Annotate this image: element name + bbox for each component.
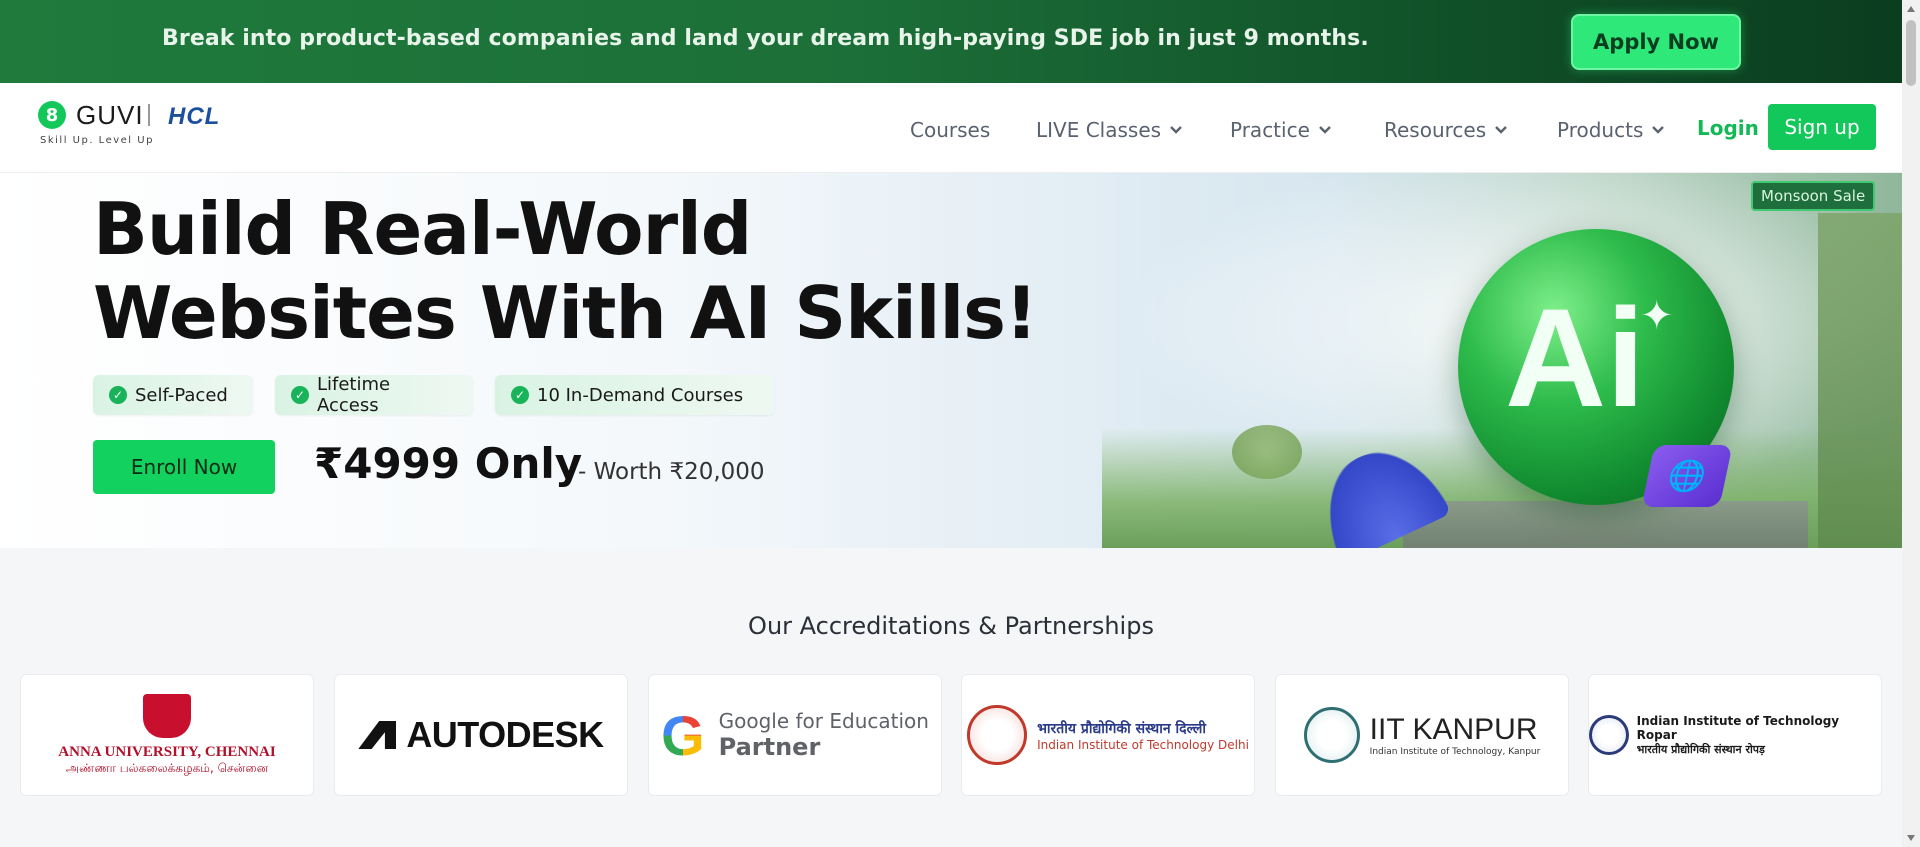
promo-banner: Break into product-based companies and l… — [0, 0, 1902, 83]
hero-title-line1: Build Real-World — [93, 187, 752, 271]
check-circle-icon: ✓ — [291, 386, 309, 404]
chip-label: Self-Paced — [135, 384, 228, 406]
iit-kanpur-name: IIT KANPUR — [1369, 713, 1538, 746]
monsoon-sale-badge: Monsoon Sale — [1751, 181, 1876, 211]
guvi-hcl-logo[interactable]: 8 GUVI HCL Skill Up. Level Up — [38, 100, 298, 157]
autodesk-text: AUTODESK — [406, 714, 604, 755]
google-g-icon: G — [661, 703, 705, 767]
trees-decoration — [1818, 213, 1902, 548]
enroll-now-button[interactable]: Enroll Now — [93, 440, 275, 494]
logo-guvi-text: GUVI — [76, 100, 144, 130]
autodesk-logo-icon — [358, 721, 397, 749]
iit-ropar-english: Indian Institute of Technology Ropar — [1636, 713, 1840, 742]
anna-university-crest-icon — [143, 693, 191, 738]
nav-products[interactable]: Products — [1557, 118, 1665, 142]
logo-hcl-text: HCL — [168, 103, 221, 130]
worth-price: - Worth ₹20,000 — [578, 459, 765, 485]
nav-item-label: Practice — [1230, 118, 1310, 142]
nav-item-label: Resources — [1384, 118, 1487, 142]
chevron-down-icon — [1170, 126, 1182, 134]
check-circle-icon: ✓ — [511, 386, 529, 404]
guvi-logo-icon: 8 — [38, 101, 66, 129]
chevron-down-icon — [1319, 126, 1331, 134]
check-circle-icon: ✓ — [109, 386, 127, 404]
anna-university-name: ANNA UNIVERSITY, CHENNAI — [58, 743, 276, 760]
iit-delhi-seal-icon — [967, 705, 1028, 765]
nav-item-label: LIVE Classes — [1036, 118, 1162, 142]
nav-practice[interactable]: Practice — [1230, 118, 1332, 142]
scroll-down-arrow-icon[interactable] — [1907, 835, 1915, 841]
logo-tagline: Skill Up. Level Up — [40, 135, 154, 146]
chip-lifetime-access: ✓ Lifetime Access — [275, 374, 473, 416]
hero-title: Build Real-World Websites With AI Skills… — [93, 187, 1038, 355]
navbar: 8 GUVI HCL Skill Up. Level Up Courses LI… — [0, 83, 1902, 173]
iit-ropar-hindi: भारतीय प्रौद्योगिकी संस्थान रोपड़ — [1636, 742, 1765, 756]
anna-university-tamil: அண்ணா பல்கலைக்கழகம், சென்னை — [65, 760, 269, 775]
signup-button[interactable]: Sign up — [1768, 104, 1876, 150]
nav-courses[interactable]: Courses — [910, 118, 990, 142]
chevron-down-icon — [1652, 126, 1665, 134]
price: ₹4999 Only — [314, 439, 583, 488]
iit-kanpur-sub: Indian Institute of Technology, Kanpur — [1369, 747, 1541, 757]
hero-title-line2: Websites With AI Skills! — [93, 271, 1038, 355]
chip-courses: ✓ 10 In-Demand Courses — [495, 375, 774, 415]
partner-card-autodesk[interactable]: AUTODESK — [334, 674, 628, 796]
iit-delhi-hindi: भारतीय प्रौद्योगिकी संस्थान दिल्ली — [1037, 720, 1207, 737]
google-line2: Partner — [718, 733, 821, 761]
hero-banner[interactable]: Build Real-World Websites With AI Skills… — [0, 173, 1902, 548]
iit-ropar-seal-icon — [1589, 715, 1629, 755]
nav-live-classes[interactable]: LIVE Classes — [1036, 118, 1183, 142]
promo-text: Break into product-based companies and l… — [162, 26, 1369, 51]
partner-card-anna-university[interactable]: ANNA UNIVERSITY, CHENNAI அண்ணா பல்கலைக்க… — [20, 674, 314, 796]
vertical-scrollbar[interactable] — [1902, 0, 1920, 847]
google-line1: Google for Education — [718, 709, 929, 733]
sparkle-icon: ✦ — [1640, 293, 1674, 339]
nav-item-label: Products — [1557, 118, 1644, 142]
partner-card-iit-kanpur[interactable]: IIT KANPUR Indian Institute of Technolog… — [1275, 674, 1569, 796]
iit-delhi-english: Indian Institute of Technology Delhi — [1037, 737, 1249, 752]
pedestal-decoration — [1403, 501, 1808, 548]
partner-card-iit-delhi[interactable]: भारतीय प्रौद्योगिकी संस्थान दिल्ली India… — [961, 674, 1255, 796]
tree-decoration — [1232, 425, 1302, 479]
apply-now-button[interactable]: Apply Now — [1571, 14, 1741, 70]
iit-kanpur-seal-icon — [1303, 707, 1360, 763]
partner-card-google[interactable]: G Google for Education Partner — [648, 674, 942, 796]
ai-text: Ai — [1505, 279, 1645, 436]
partner-card-iit-ropar[interactable]: Indian Institute of Technology Ropar भार… — [1588, 674, 1882, 796]
login-link[interactable]: Login — [1697, 116, 1759, 140]
chevron-down-icon — [1495, 126, 1507, 134]
scroll-up-arrow-icon[interactable] — [1907, 6, 1915, 12]
nav-resources[interactable]: Resources — [1384, 118, 1508, 142]
chip-self-paced: ✓ Self-Paced — [93, 375, 253, 415]
accreditations-title: Our Accreditations & Partnerships — [748, 612, 1154, 640]
globe-cube-icon: 🌐 — [1641, 445, 1733, 507]
logo-divider — [148, 104, 150, 126]
scroll-thumb[interactable] — [1906, 20, 1916, 86]
chip-label: 10 In-Demand Courses — [537, 384, 744, 406]
chip-label: Lifetime Access — [316, 374, 391, 416]
nav-item-label: Courses — [910, 118, 991, 142]
